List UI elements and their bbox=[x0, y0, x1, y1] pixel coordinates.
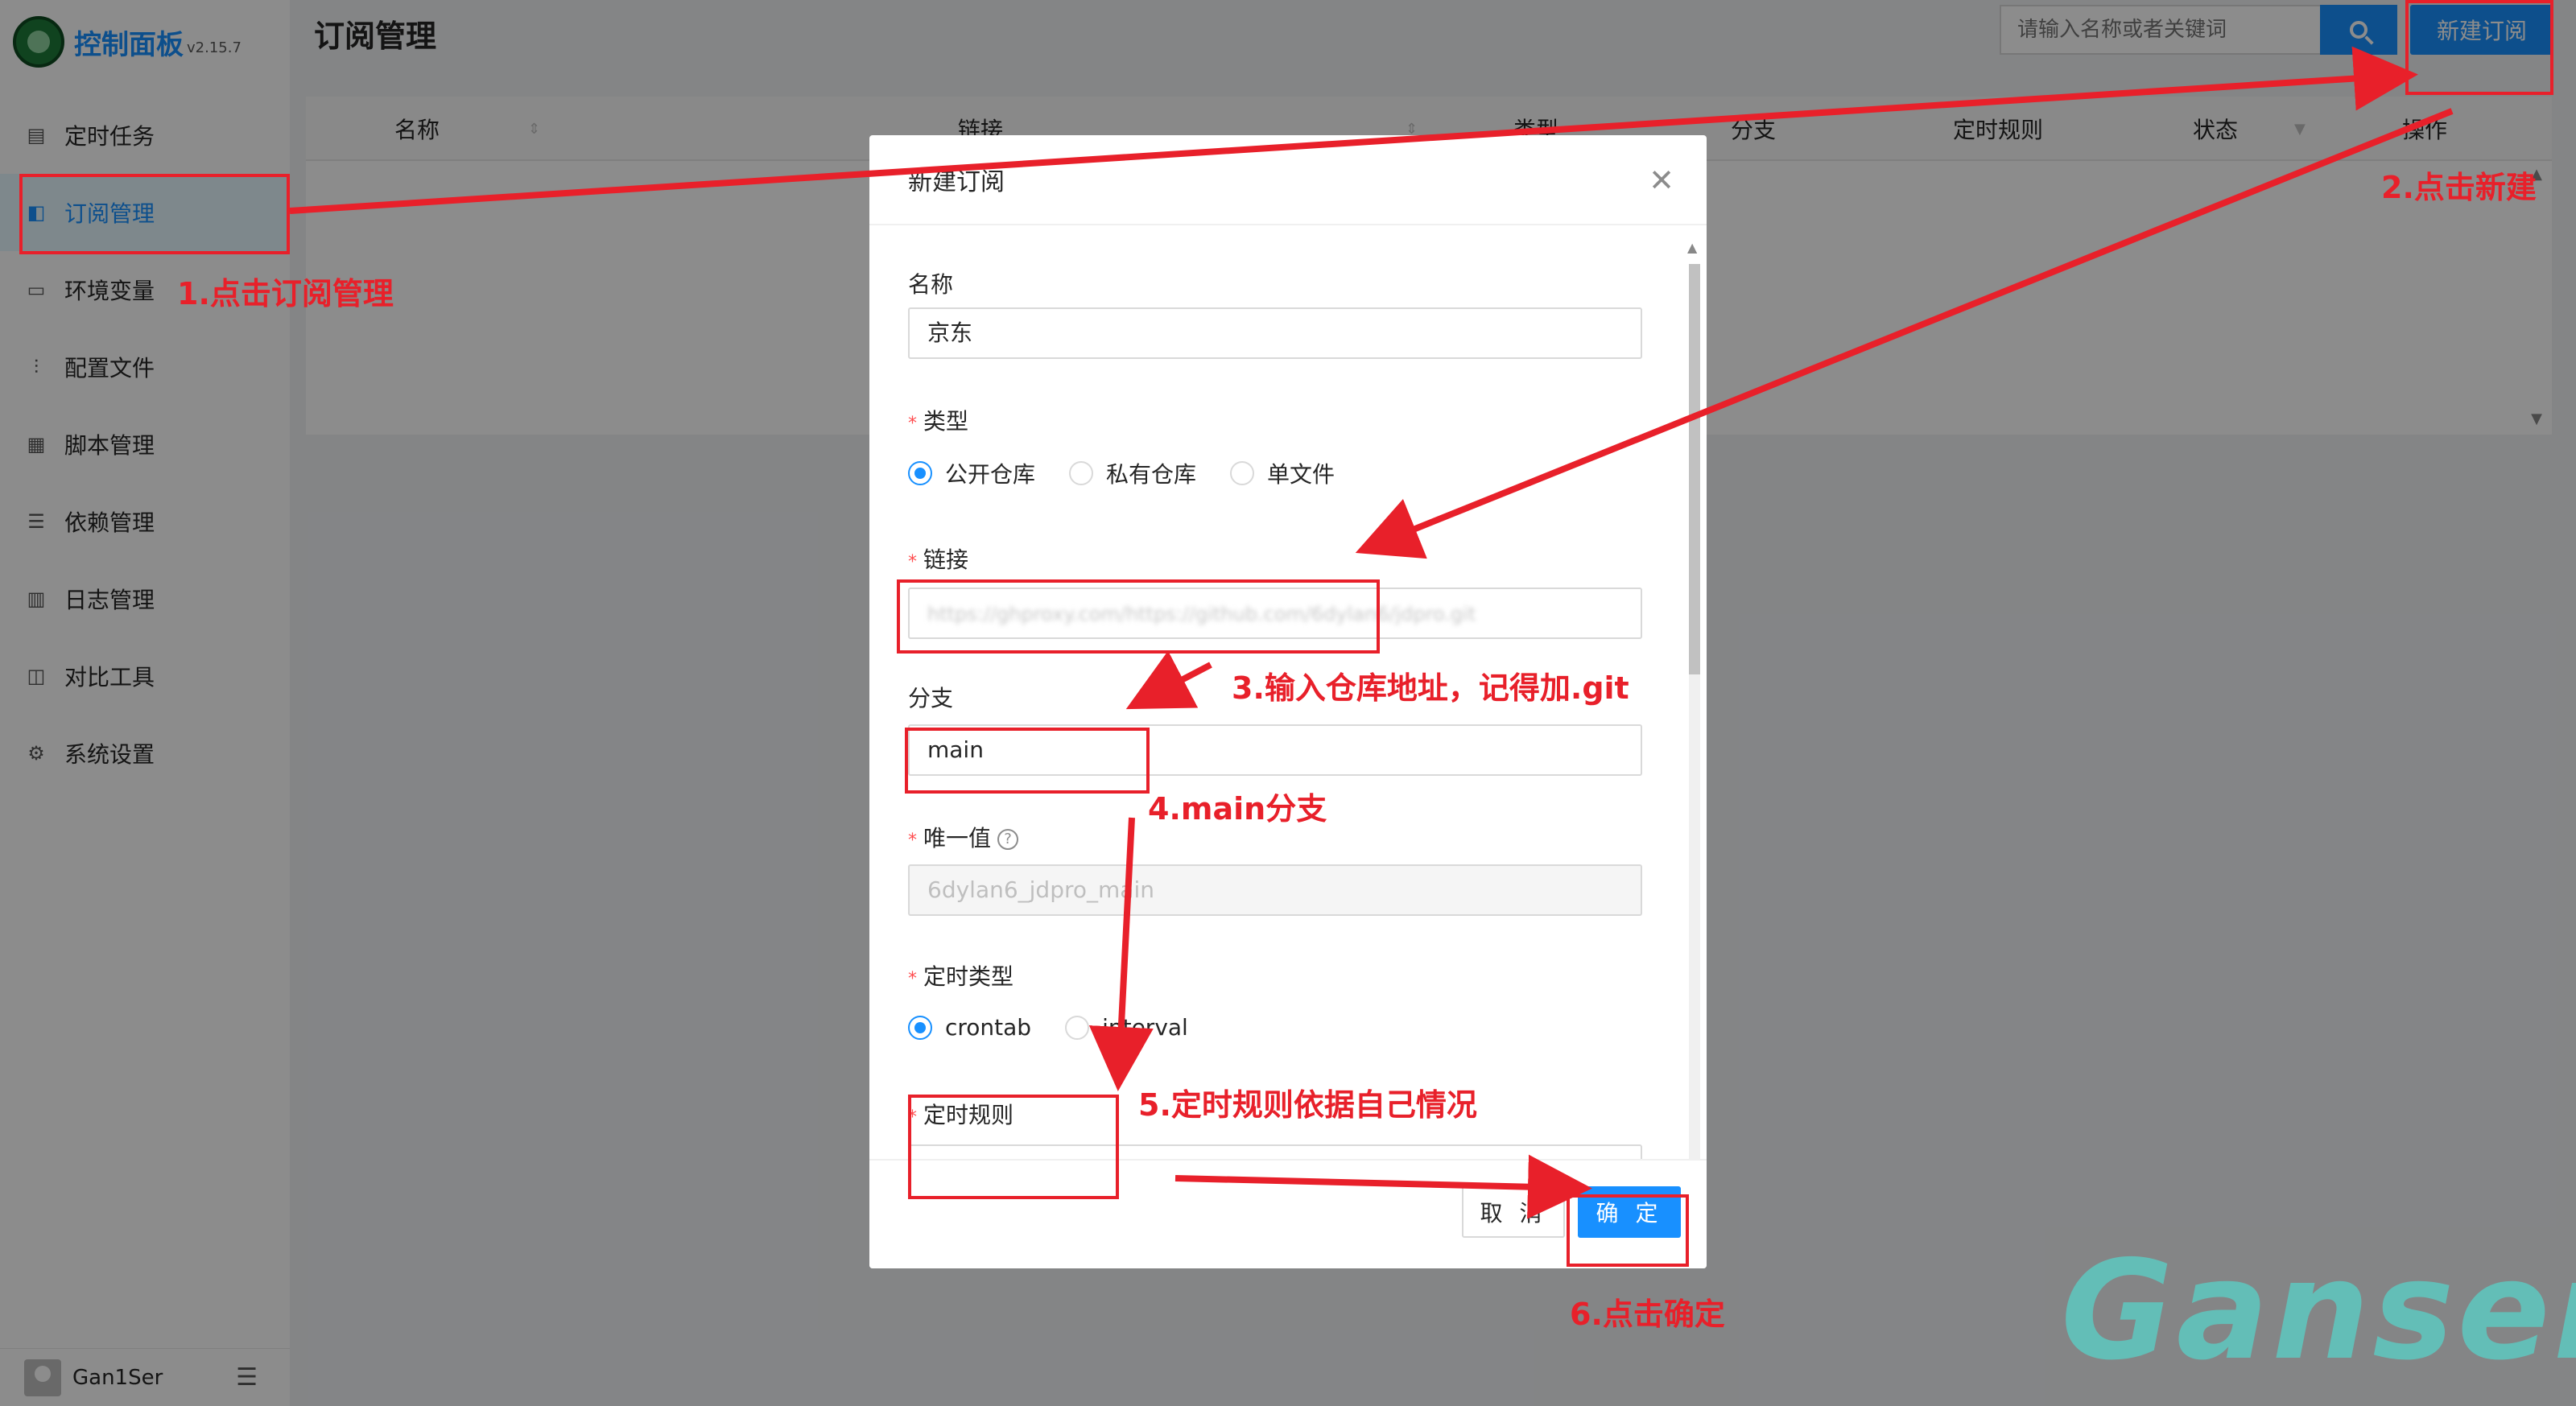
arrow-step2-to-link bbox=[1355, 108, 2454, 559]
watermark: Ganser bbox=[2061, 1231, 2576, 1391]
arrow-step5-to-ok bbox=[1174, 1154, 1592, 1219]
annotation-arrows bbox=[289, 46, 2454, 1219]
arrow-step1-to-step2 bbox=[289, 46, 2418, 214]
arrow-step3 bbox=[1125, 650, 1212, 710]
arrow-step4-down bbox=[1088, 817, 1154, 1091]
